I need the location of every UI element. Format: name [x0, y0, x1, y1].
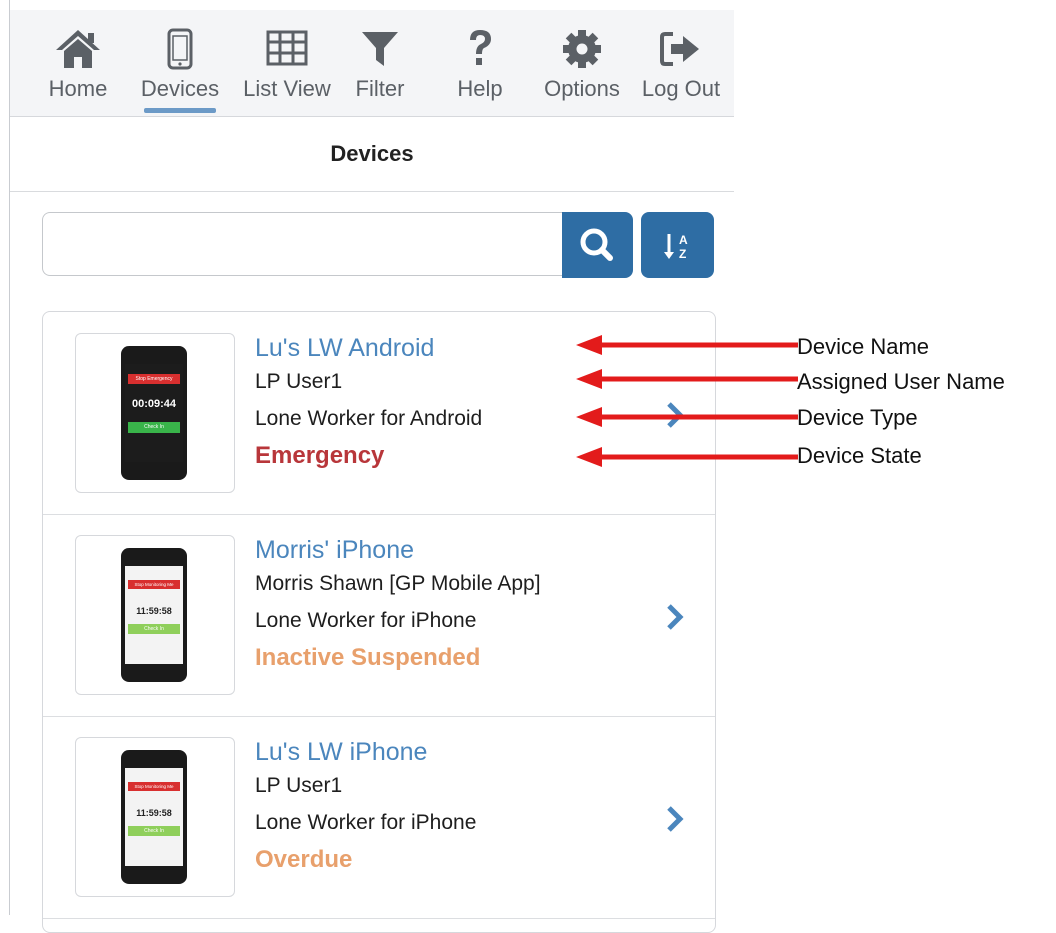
annotation-arrow-user-name — [576, 369, 798, 389]
nav-list-view-label: List View — [243, 76, 331, 101]
search-icon — [580, 228, 613, 261]
table-icon — [247, 28, 327, 70]
phone-image: Stop Emergency 00:09:44 Check In — [121, 346, 187, 480]
page-header: Devices — [10, 117, 734, 192]
nav-options[interactable]: Options — [544, 10, 620, 116]
device-type: Lone Worker for Android — [255, 407, 483, 430]
top-nav: Home Devices List View Filter Help Optio… — [10, 10, 734, 117]
search-input[interactable] — [42, 212, 562, 276]
nav-log-out-label: Log Out — [641, 76, 721, 101]
chevron-right-icon — [667, 806, 684, 832]
device-state: Inactive Suspended — [255, 644, 481, 671]
mobile-icon — [140, 28, 220, 70]
device-user: LP User1 — [255, 370, 343, 393]
device-row[interactable]: Stop Monitoring Me 11:59:58 Check In Mor… — [43, 514, 715, 717]
nav-list-view[interactable]: List View — [243, 10, 331, 116]
device-state: Emergency — [255, 442, 385, 469]
device-type: Lone Worker for iPhone — [255, 609, 477, 632]
device-type: Lone Worker for iPhone — [255, 811, 477, 834]
device-name[interactable]: Lu's LW iPhone — [255, 738, 427, 767]
nav-filter-label: Filter — [355, 76, 405, 101]
nav-log-out[interactable]: Log Out — [642, 10, 720, 116]
device-thumbnail: Stop Monitoring Me 11:59:58 Check In — [75, 737, 235, 897]
nav-help-label: Help — [457, 76, 503, 101]
logout-icon — [644, 28, 718, 70]
device-thumbnail: Stop Monitoring Me 11:59:58 Check In — [75, 535, 235, 695]
annotation-label: Device Name — [797, 334, 930, 359]
device-row[interactable]: Stop Monitoring Me 11:59:58 Check In Lu'… — [43, 716, 715, 919]
nav-devices[interactable]: Devices — [140, 10, 220, 116]
phone-image: Stop Monitoring Me 11:59:58 Check In — [121, 750, 187, 884]
annotation-arrow-device-state — [576, 447, 798, 467]
device-name[interactable]: Lu's LW Android — [255, 334, 434, 363]
screen-banner: Stop Monitoring Me — [128, 782, 180, 791]
sort-glyph-z: Z — [679, 247, 686, 261]
phone-image: Stop Monitoring Me 11:59:58 Check In — [121, 548, 187, 682]
active-tab-indicator — [144, 108, 216, 113]
page-title: Devices — [330, 141, 414, 166]
annotation-label: Device State — [797, 443, 922, 468]
screen-checkin: Check In — [128, 422, 180, 433]
chevron-right-icon — [667, 604, 684, 630]
sort-button[interactable]: A Z — [641, 212, 714, 278]
annotation-arrow-device-type — [576, 407, 798, 427]
screen-timer: 11:59:58 — [136, 808, 172, 818]
annotation-arrow-device-name — [576, 335, 798, 355]
nav-help[interactable]: Help — [450, 10, 510, 116]
sort-glyph-a: A — [679, 233, 688, 247]
device-state: Overdue — [255, 846, 353, 873]
nav-home[interactable]: Home — [40, 10, 116, 116]
screen-banner: Stop Emergency — [128, 374, 180, 384]
search-bar — [42, 212, 633, 278]
gear-icon — [546, 28, 618, 70]
device-name[interactable]: Morris' iPhone — [255, 536, 414, 565]
search-button[interactable] — [562, 212, 633, 278]
annotation-label: Device Type — [797, 405, 918, 430]
filter-icon — [350, 28, 410, 70]
device-user: Morris Shawn [GP Mobile App] — [255, 572, 541, 595]
device-user: LP User1 — [255, 774, 343, 797]
nav-filter[interactable]: Filter — [350, 10, 410, 116]
annotation-label: Assigned User Name — [797, 369, 1005, 394]
screen-timer: 11:59:58 — [136, 606, 172, 616]
screen-banner: Stop Monitoring Me — [128, 580, 180, 589]
screen-checkin: Check In — [128, 826, 180, 836]
device-thumbnail: Stop Emergency 00:09:44 Check In — [75, 333, 235, 493]
device-list: Stop Emergency 00:09:44 Check In Lu's LW… — [42, 311, 716, 933]
screen-timer: 00:09:44 — [131, 398, 177, 410]
nav-options-label: Options — [544, 76, 620, 101]
nav-home-label: Home — [48, 76, 108, 101]
question-icon — [450, 28, 510, 70]
nav-devices-label: Devices — [140, 76, 220, 101]
sort-alpha-icon: A Z — [664, 233, 688, 261]
home-icon — [40, 28, 116, 70]
screen-checkin: Check In — [128, 624, 180, 634]
